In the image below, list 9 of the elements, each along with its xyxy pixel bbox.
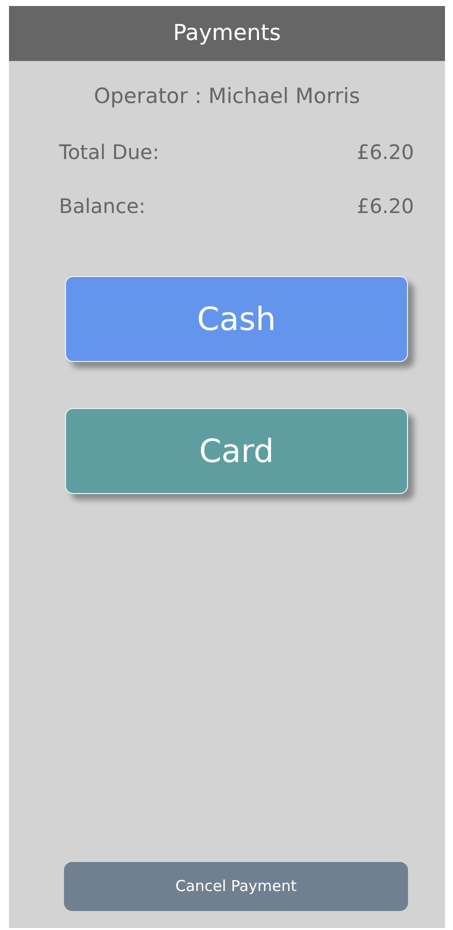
payment-method-button[interactable]: Card	[65, 408, 408, 494]
header-title: Payments	[173, 21, 281, 46]
total-amount: £6.20	[356, 138, 414, 164]
total-label: Balance:	[59, 192, 146, 218]
operator-label: Operator : Michael Morris	[92, 83, 362, 110]
payment-method-button[interactable]: Cash	[65, 276, 408, 362]
cancel-payment-button[interactable]: Cancel Payment	[64, 862, 408, 911]
total-label: Total Due:	[59, 138, 160, 164]
total-amount: £6.20	[356, 192, 414, 218]
